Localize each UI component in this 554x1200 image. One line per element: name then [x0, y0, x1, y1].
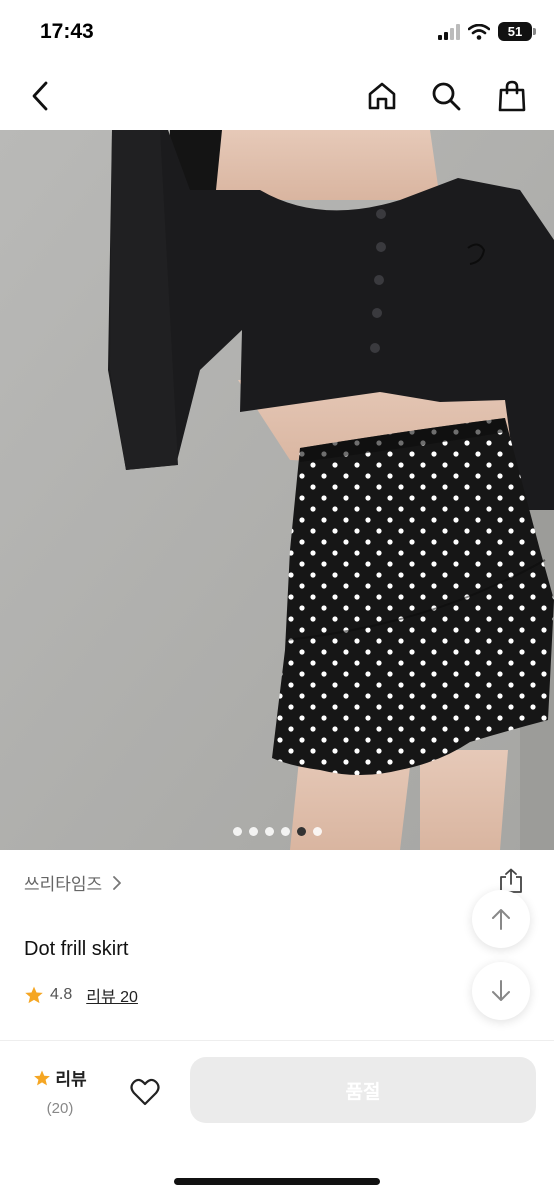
shopping-bag-icon [498, 80, 526, 112]
review-summary-label: 리뷰 [55, 1070, 87, 1089]
scroll-down-button[interactable] [472, 962, 530, 1020]
star-icon [34, 1070, 51, 1085]
heart-icon [130, 1078, 160, 1106]
review-summary-button[interactable]: 리뷰 (20) [30, 1065, 90, 1117]
search-icon [432, 82, 461, 111]
battery-level: 51 [507, 24, 523, 39]
carousel-dots [0, 827, 554, 836]
carousel-dot[interactable] [248, 827, 258, 836]
review-summary-count: (20) [46, 1100, 74, 1117]
product-info: 쓰리타임즈 Dot frill skirt 4.8 리뷰 20 [0, 850, 554, 1040]
soldout-button[interactable]: 품절 [190, 1057, 536, 1123]
product-name: Dot frill skirt [24, 938, 129, 960]
rating-row: 4.8 리뷰 20 [24, 983, 138, 1007]
scroll-up-button[interactable] [472, 890, 530, 948]
cart-button[interactable] [490, 74, 534, 118]
bottom-bar: 리뷰 (20) 품절 [0, 1041, 554, 1200]
star-icon [25, 986, 43, 1004]
back-icon [32, 81, 48, 111]
home-button[interactable] [360, 74, 404, 118]
arrow-up-icon [492, 909, 510, 930]
product-photo [0, 130, 554, 850]
status-bar: 17:43 51 [0, 0, 554, 64]
carousel-dot[interactable] [280, 827, 290, 836]
carousel-dot-active[interactable] [296, 827, 306, 836]
carousel-dot[interactable] [312, 827, 322, 836]
brand-link[interactable]: 쓰리타임즈 [24, 870, 122, 895]
carousel-dot[interactable] [232, 827, 242, 836]
brand-name: 쓰리타임즈 [24, 875, 103, 894]
carousel-dot[interactable] [264, 827, 274, 836]
wifi-icon [468, 23, 490, 40]
arrow-down-icon [492, 980, 510, 1001]
rating-score: 4.8 [50, 986, 73, 1003]
home-icon [368, 82, 396, 110]
home-indicator [174, 1178, 380, 1185]
status-icons: 51 [438, 22, 536, 41]
signal-icon [438, 23, 460, 40]
review-link[interactable]: 리뷰 20 [86, 983, 138, 1007]
product-image[interactable] [0, 130, 554, 850]
battery-icon: 51 [498, 22, 536, 41]
search-button[interactable] [424, 74, 468, 118]
status-time: 17:43 [40, 20, 94, 43]
review-summary-label-row: 리뷰 [30, 1065, 90, 1090]
wishlist-button[interactable] [124, 1071, 166, 1113]
chevron-right-icon [113, 875, 122, 890]
nav-bar [0, 64, 554, 130]
back-button[interactable] [18, 74, 62, 118]
